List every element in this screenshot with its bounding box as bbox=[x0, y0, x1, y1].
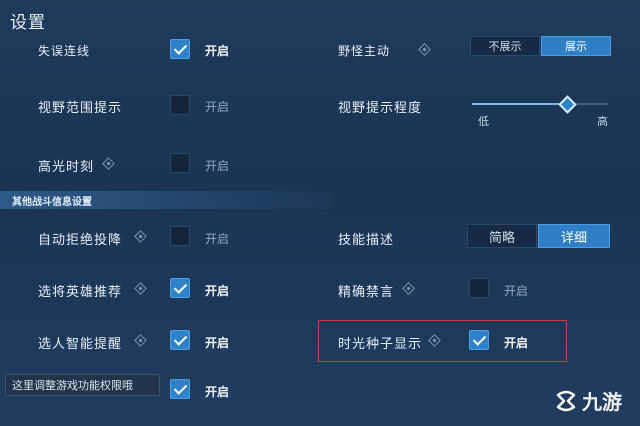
info-icon[interactable] bbox=[134, 282, 147, 295]
state-text-precise-mute: 开启 bbox=[504, 284, 529, 298]
state-text-vision-range: 开启 bbox=[205, 100, 230, 114]
state-text-auto-reject-surrender: 开启 bbox=[205, 232, 230, 246]
setting-label-skill-description: 技能描述 bbox=[338, 233, 395, 248]
checkbox-time-seed[interactable] bbox=[469, 330, 489, 350]
skill-detail-button[interactable]: 详细 bbox=[538, 224, 610, 248]
page-title: 设置 bbox=[10, 13, 46, 33]
setting-label-hero-recommend: 选将英雄推荐 bbox=[38, 285, 123, 300]
setting-label-highlight-moment: 高光时刻 bbox=[38, 160, 95, 175]
state-text-highlight-moment: 开启 bbox=[205, 159, 230, 173]
setting-label-vision-level: 视野提示程度 bbox=[338, 101, 423, 116]
info-icon[interactable] bbox=[418, 43, 431, 56]
checkbox-hero-recommend[interactable] bbox=[170, 278, 190, 298]
option-hide-button[interactable]: 不展示 bbox=[470, 36, 540, 56]
checkbox-vision-range[interactable] bbox=[170, 95, 190, 115]
state-text-hero-recommend: 开启 bbox=[205, 284, 230, 298]
watermark-text: 九游 bbox=[582, 390, 622, 414]
checkbox-misoperation[interactable] bbox=[170, 39, 190, 59]
vision-slider-fill bbox=[472, 103, 568, 105]
vision-slider-handle[interactable] bbox=[557, 94, 577, 114]
option-show-button[interactable]: 展示 bbox=[541, 36, 611, 56]
state-text-misoperation: 开启 bbox=[205, 44, 230, 58]
state-text-time-seed: 开启 bbox=[504, 336, 529, 350]
setting-label-time-seed: 时光种子显示 bbox=[338, 337, 423, 352]
slider-max-label: 高 bbox=[597, 115, 608, 128]
info-icon[interactable] bbox=[402, 282, 415, 295]
setting-label-vision-range: 视野范围提示 bbox=[38, 101, 123, 116]
slider-min-label: 低 bbox=[478, 115, 489, 128]
checkbox-auto-reject-surrender[interactable] bbox=[170, 226, 190, 246]
setting-label-misoperation: 失误连线 bbox=[38, 44, 91, 58]
skill-brief-button[interactable]: 简略 bbox=[467, 224, 537, 248]
info-icon[interactable] bbox=[134, 230, 147, 243]
info-icon[interactable] bbox=[102, 157, 115, 170]
watermark: 九游 bbox=[552, 386, 622, 415]
setting-label-auto-reject-surrender: 自动拒绝投降 bbox=[38, 233, 123, 248]
checkbox-smart-pick-reminder[interactable] bbox=[170, 330, 190, 350]
state-text-smart-pick-reminder: 开启 bbox=[205, 336, 230, 350]
tooltip-bubble: 这里调整游戏功能权限哦 bbox=[5, 374, 160, 396]
checkbox-highlight-moment[interactable] bbox=[170, 153, 190, 173]
info-icon[interactable] bbox=[134, 334, 147, 347]
checkbox-bottom-setting[interactable] bbox=[170, 379, 190, 399]
state-text-bottom-setting: 开启 bbox=[205, 385, 230, 399]
setting-label-wild-monster: 野怪主动 bbox=[338, 44, 391, 58]
setting-label-precise-mute: 精确禁言 bbox=[338, 285, 395, 300]
brand-logo-icon bbox=[556, 390, 576, 411]
section-title: 其他战斗信息设置 bbox=[12, 197, 92, 208]
setting-label-smart-pick-reminder: 选人智能提醒 bbox=[38, 337, 123, 352]
checkbox-precise-mute[interactable] bbox=[469, 278, 489, 298]
